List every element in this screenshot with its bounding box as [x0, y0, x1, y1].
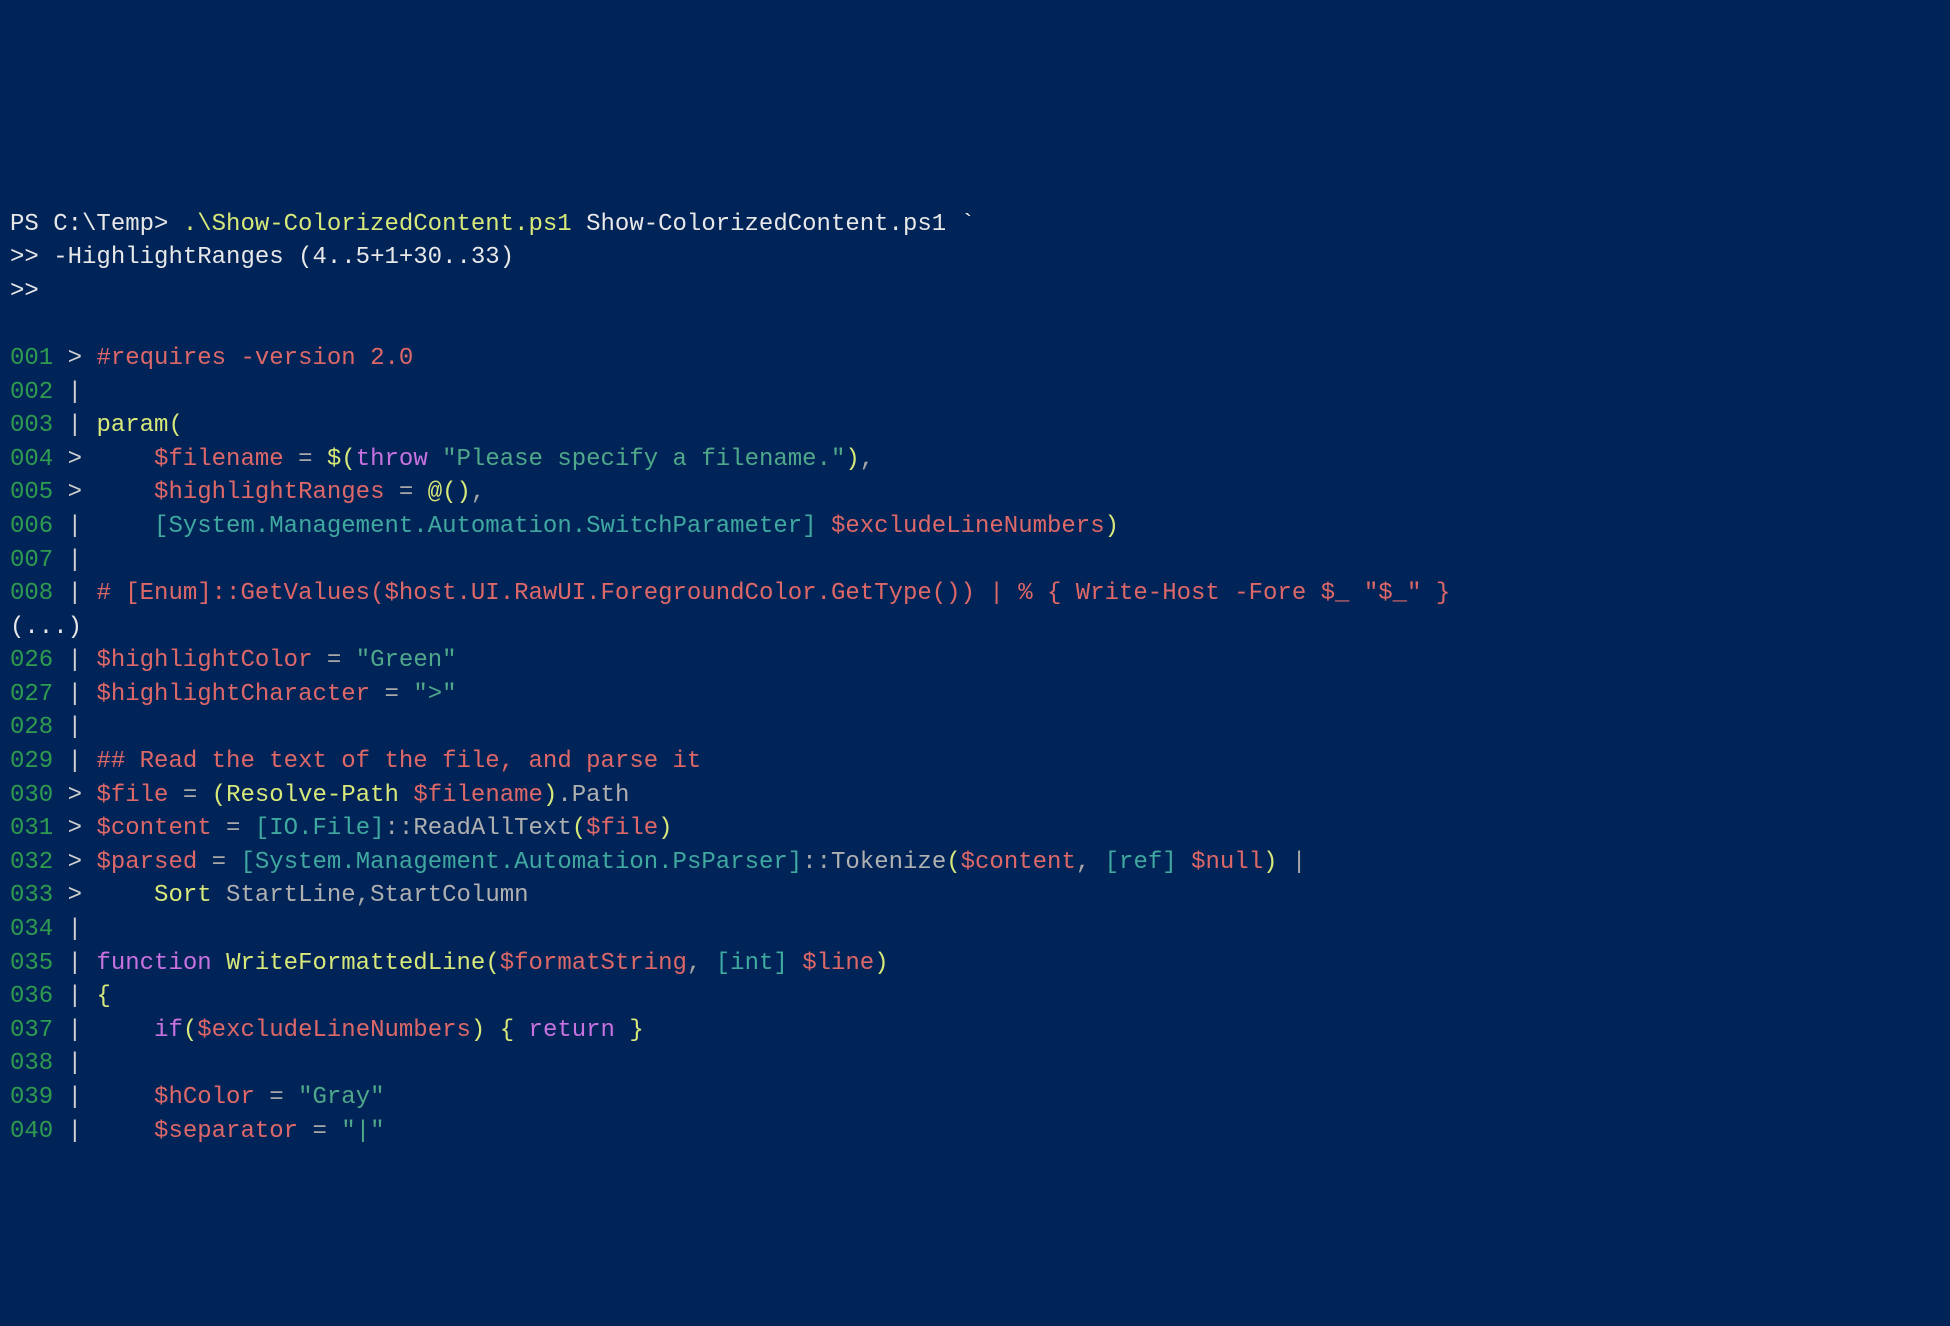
prompt-line-3: >> [10, 278, 39, 305]
code-line-029: 029 | ## Read the text of the file, and … [10, 748, 701, 775]
code-line-037: 037 | if($excludeLineNumbers) { return } [10, 1017, 644, 1044]
code-line-038: 038 | [10, 1050, 96, 1077]
code-line-039: 039 | $hColor = "Gray" [10, 1084, 385, 1111]
code-line-030: 030 > $file = (Resolve-Path $filename).P… [10, 782, 629, 809]
code-line-007: 007 | [10, 547, 96, 574]
code-line-027: 027 | $highlightCharacter = ">" [10, 681, 457, 708]
code-line-026: 026 | $highlightColor = "Green" [10, 647, 457, 674]
code-line-028: 028 | [10, 714, 96, 741]
code-line-033: 033 > Sort StartLine,StartColumn [10, 882, 529, 909]
code-line-002: 002 | [10, 379, 96, 406]
code-line-036: 036 | { [10, 983, 111, 1010]
terminal-output[interactable]: PS C:\Temp> .\Show-ColorizedContent.ps1 … [0, 168, 1950, 1158]
prompt-line-1: PS C:\Temp> .\Show-ColorizedContent.ps1 … [10, 211, 975, 238]
code-line-035: 035 | function WriteFormattedLine($forma… [10, 950, 889, 977]
code-line-034: 034 | [10, 916, 96, 943]
code-line-001: 001 > #requires -version 2.0 [10, 345, 413, 372]
code-line-040: 040 | $separator = "|" [10, 1118, 385, 1145]
prompt-line-2: >> -HighlightRanges (4..5+1+30..33) [10, 244, 514, 271]
code-line-005: 005 > $highlightRanges = @(), [10, 479, 485, 506]
ellipsis-line: (...) [10, 614, 82, 641]
code-line-008: 008 | # [Enum]::GetValues($host.UI.RawUI… [10, 580, 1450, 607]
code-line-032: 032 > $parsed = [System.Management.Autom… [10, 849, 1306, 876]
code-line-004: 004 > $filename = $(throw "Please specif… [10, 446, 874, 473]
code-line-003: 003 | param( [10, 412, 183, 439]
code-line-006: 006 | [System.Management.Automation.Swit… [10, 513, 1119, 540]
code-line-031: 031 > $content = [IO.File]::ReadAllText(… [10, 815, 673, 842]
